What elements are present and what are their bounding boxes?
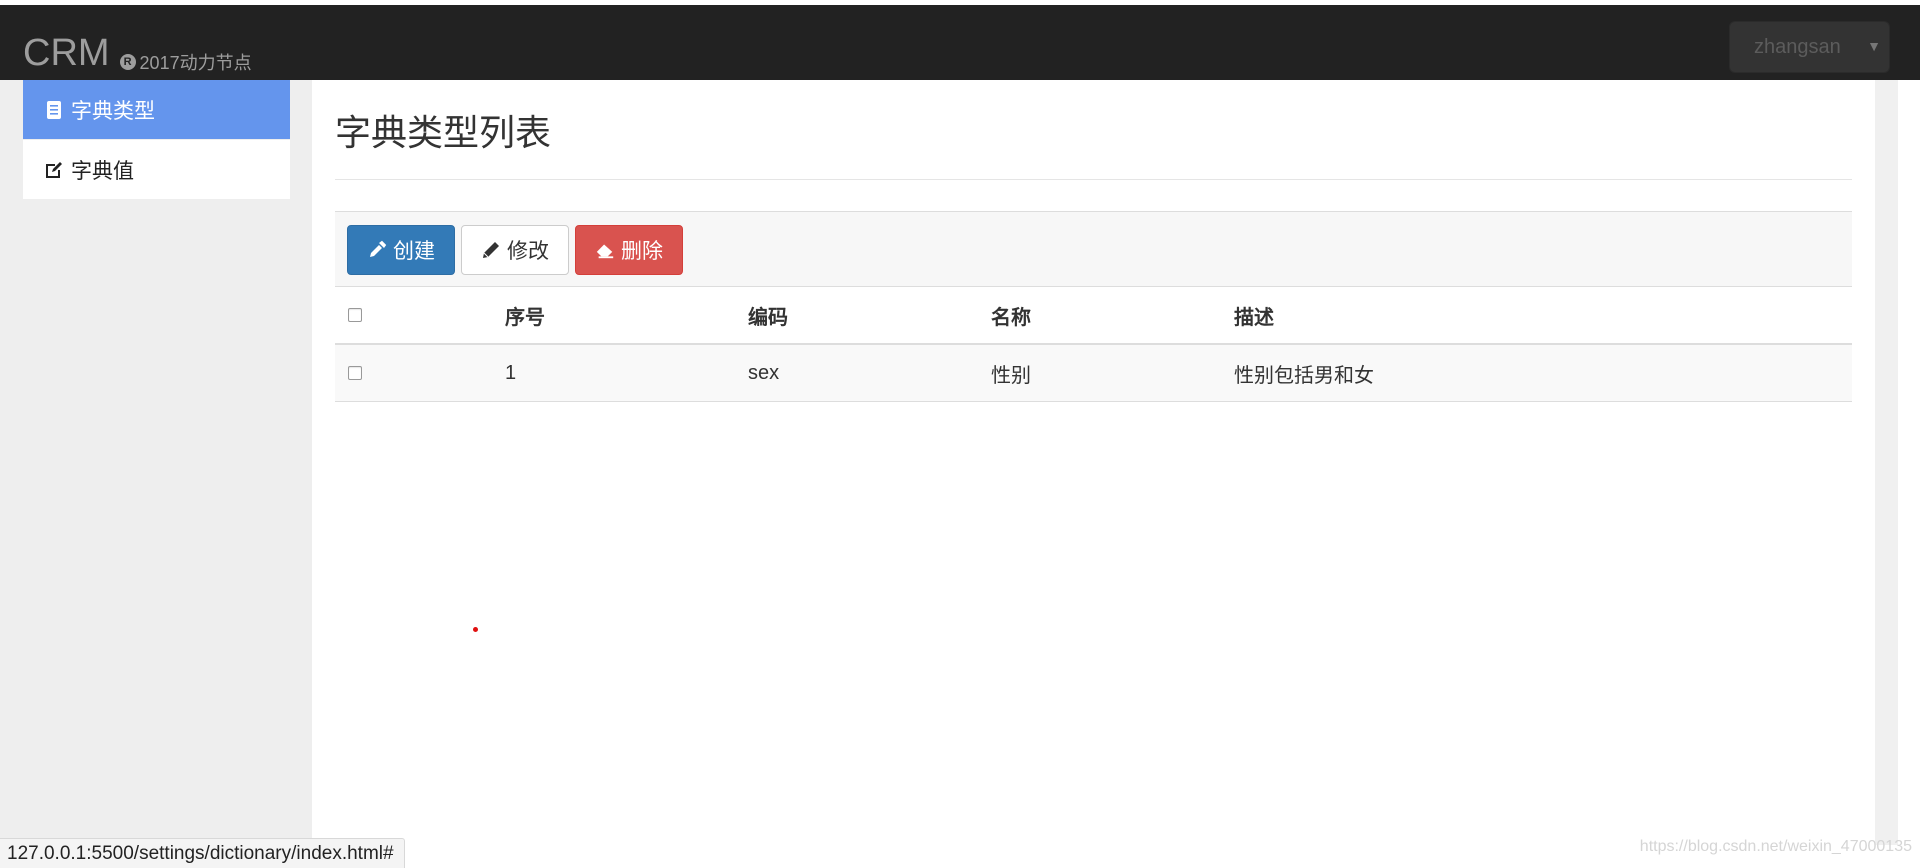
create-button[interactable]: 创建 bbox=[347, 225, 455, 275]
page-title: 字典类型列表 bbox=[335, 112, 552, 153]
cell-index: 1 bbox=[505, 361, 517, 384]
eraser-icon bbox=[595, 240, 615, 260]
row-checkbox[interactable] bbox=[348, 366, 362, 380]
navbar: CRM R 2017动力节点 zhangsan ▼ bbox=[0, 5, 1920, 80]
divider bbox=[335, 179, 1852, 180]
cell-description: 性别包括男和女 bbox=[1234, 364, 1374, 387]
column-header-index[interactable]: 序号 bbox=[505, 287, 545, 343]
right-padding bbox=[1898, 80, 1920, 867]
column-header-name[interactable]: 名称 bbox=[991, 287, 1031, 343]
user-name: zhangsan bbox=[1754, 35, 1841, 58]
pencil-icon bbox=[481, 240, 501, 260]
column-header-description[interactable]: 描述 bbox=[1234, 287, 1274, 343]
cell-code: sex bbox=[748, 361, 780, 384]
book-icon bbox=[44, 100, 64, 120]
edit-button-label: 修改 bbox=[507, 240, 549, 263]
sidebar-item-label: 字典值 bbox=[71, 159, 134, 183]
user-dropdown-button[interactable]: zhangsan ▼ bbox=[1729, 21, 1890, 73]
table-header-row: 序号 编码 名称 描述 bbox=[335, 287, 1852, 345]
registered-icon: R bbox=[119, 54, 136, 70]
select-all-checkbox-cell bbox=[348, 287, 362, 343]
delete-button[interactable]: 删除 bbox=[575, 225, 683, 275]
select-all-checkbox[interactable] bbox=[348, 308, 362, 322]
cell-name: 性别 bbox=[991, 364, 1031, 387]
create-button-label: 创建 bbox=[393, 240, 435, 263]
sidebar: 字典类型 字典值 bbox=[0, 80, 312, 867]
brand-subtitle-text: 2017动力节点 bbox=[139, 53, 252, 73]
toolbar: 创建 修改 删除 bbox=[335, 211, 1852, 287]
main-content bbox=[312, 80, 1875, 867]
eyedropper-icon bbox=[367, 240, 387, 260]
row-checkbox-cell bbox=[348, 345, 362, 401]
caret-down-icon: ▼ bbox=[1867, 38, 1881, 54]
sidebar-item-dictionary-type[interactable]: 字典类型 bbox=[23, 80, 290, 139]
dictionary-type-table: 序号 编码 名称 描述 1 sex 性别 性别包括男和女 bbox=[335, 287, 1852, 402]
brand-name: CRM bbox=[23, 32, 110, 74]
brand-subtitle: R 2017动力节点 bbox=[119, 49, 252, 75]
edit-icon bbox=[44, 160, 64, 180]
status-bar-url: 127.0.0.1:5500/settings/dictionary/index… bbox=[0, 838, 405, 868]
brand[interactable]: CRM R 2017动力节点 bbox=[23, 32, 252, 76]
sidebar-item-label: 字典类型 bbox=[71, 99, 155, 123]
scrollbar[interactable] bbox=[1875, 80, 1898, 845]
watermark: https://blog.csdn.net/weixin_47000135 bbox=[1639, 838, 1912, 855]
table-row[interactable]: 1 sex 性别 性别包括男和女 bbox=[335, 345, 1852, 402]
delete-button-label: 删除 bbox=[621, 240, 663, 263]
edit-button[interactable]: 修改 bbox=[461, 225, 569, 275]
sidebar-item-dictionary-value[interactable]: 字典值 bbox=[23, 140, 290, 199]
cursor-marker bbox=[473, 627, 478, 632]
column-header-code[interactable]: 编码 bbox=[748, 287, 788, 343]
